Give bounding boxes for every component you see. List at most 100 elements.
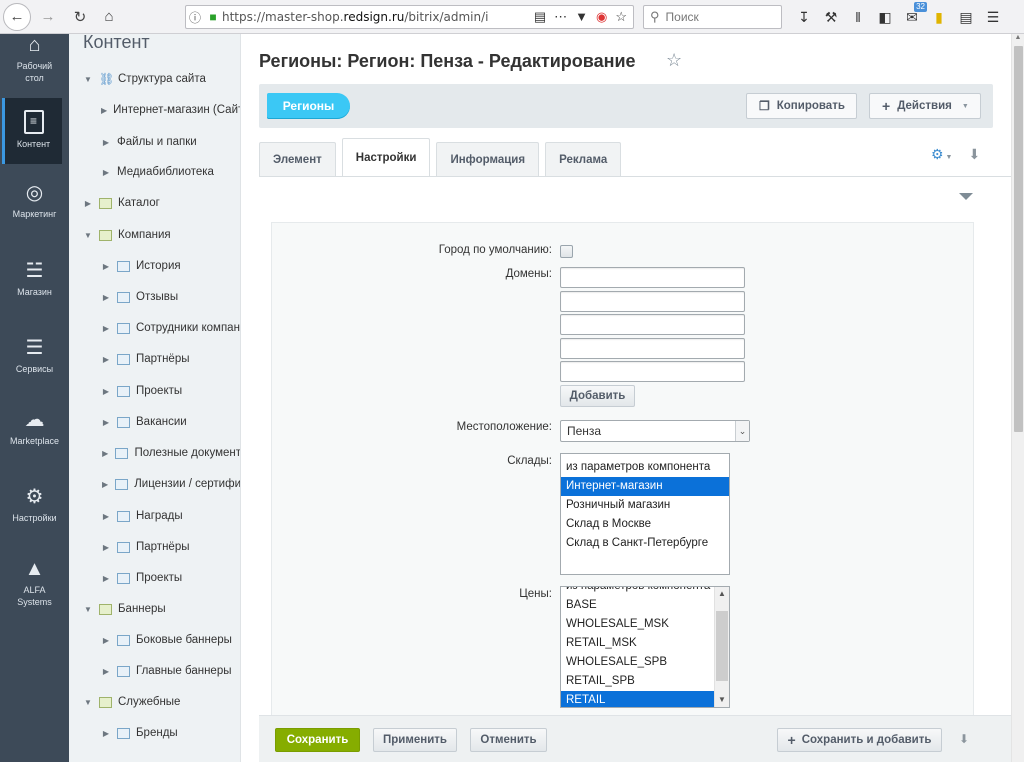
- tree-item[interactable]: ▶ Главные баннеры: [69, 660, 240, 682]
- tree-item[interactable]: ▶ Партнёры: [69, 536, 240, 558]
- expand-arrow-icon[interactable]: ▶: [101, 387, 111, 396]
- collapse-arrow-icon[interactable]: [959, 193, 973, 200]
- reload-icon[interactable]: ↻: [67, 4, 93, 30]
- pocket-icon[interactable]: ▼: [575, 9, 588, 25]
- expand-arrow-icon[interactable]: ▶: [101, 729, 111, 738]
- expand-arrow-icon[interactable]: ▼: [83, 605, 93, 614]
- add-domain-button[interactable]: Добавить: [560, 385, 635, 407]
- expand-arrow-icon[interactable]: ▶: [101, 512, 111, 521]
- reader-view-icon[interactable]: ▤: [534, 9, 546, 25]
- expand-arrow-icon[interactable]: ▶: [101, 355, 111, 364]
- shield-icon[interactable]: ◉: [596, 9, 607, 25]
- store-option-selected[interactable]: Интернет-магазин: [561, 477, 729, 496]
- more-dots-icon[interactable]: ⋯: [554, 9, 567, 25]
- domain-field-1[interactable]: [560, 267, 745, 288]
- library-icon[interactable]: ‖: [849, 7, 867, 27]
- sidebar-item-marketplace[interactable]: ☁ Marketplace: [0, 409, 69, 447]
- price-option[interactable]: WHOLESALE_SPB: [561, 653, 716, 672]
- sidebar-item-settings[interactable]: ⚙ Настройки: [0, 486, 69, 524]
- page-scroll-thumb[interactable]: [1014, 46, 1023, 432]
- tree-item[interactable]: ▶ Вакансии: [69, 411, 240, 433]
- scroll-down-arrow-icon[interactable]: ▼: [715, 693, 729, 707]
- pin-icon[interactable]: ⬇: [968, 146, 980, 163]
- domain-field-3[interactable]: [560, 314, 745, 335]
- expand-arrow-icon[interactable]: ▶: [101, 543, 111, 552]
- expand-arrow-icon[interactable]: ▶: [101, 574, 111, 583]
- price-option[interactable]: из параметров компонента: [561, 587, 716, 596]
- favorite-star-icon[interactable]: ☆: [666, 50, 682, 71]
- store-option[interactable]: Склад в Санкт-Петербурге: [561, 534, 729, 553]
- tree-item[interactable]: ▶ Файлы и папки: [69, 131, 240, 153]
- tree-item[interactable]: ▶ Проекты: [69, 380, 240, 402]
- tree-item[interactable]: ▼ Служебные: [69, 691, 240, 713]
- cancel-button[interactable]: Отменить: [470, 728, 547, 752]
- home-icon[interactable]: ⌂: [96, 4, 122, 30]
- prices-listbox[interactable]: из параметров компонента BASE WHOLESALE_…: [560, 586, 730, 708]
- price-option-selected[interactable]: RETAIL: [561, 691, 716, 707]
- tree-item[interactable]: ▶ Боковые баннеры: [69, 629, 240, 651]
- expand-arrow-icon[interactable]: ▼: [83, 231, 93, 240]
- price-option[interactable]: RETAIL_MSK: [561, 634, 716, 653]
- expand-arrow-icon[interactable]: ▶: [101, 418, 111, 427]
- menu-icon[interactable]: ☰: [984, 7, 1002, 27]
- expand-arrow-icon[interactable]: ▶: [101, 168, 111, 177]
- tree-item[interactable]: ▶ Полезные документ: [69, 442, 240, 464]
- tree-item[interactable]: ▼ ⛓ Структура сайта: [69, 68, 240, 90]
- domain-field-5[interactable]: [560, 361, 745, 382]
- sidebar-item-content[interactable]: ≡ Контент: [2, 98, 62, 164]
- tab-settings[interactable]: Настройки: [341, 138, 431, 176]
- save-button[interactable]: Сохранить: [275, 728, 360, 752]
- mail-icon[interactable]: ✉ 32: [903, 2, 927, 27]
- expand-arrow-icon[interactable]: ▼: [83, 698, 93, 707]
- expand-arrow-icon[interactable]: ▶: [101, 667, 111, 676]
- info-icon[interactable]: ⓘ: [186, 9, 204, 26]
- sidebar-item-shop[interactable]: ☱ Магазин: [0, 260, 69, 298]
- store-option[interactable]: Склад в Москве: [561, 515, 729, 534]
- extension-icon[interactable]: ▮: [930, 7, 948, 27]
- expand-arrow-icon[interactable]: ▶: [101, 293, 111, 302]
- tab-element[interactable]: Элемент: [259, 142, 336, 176]
- default-city-checkbox[interactable]: [560, 245, 573, 258]
- search-input[interactable]: ⚲ Поиск: [643, 5, 782, 29]
- price-option[interactable]: WHOLESALE_MSK: [561, 615, 716, 634]
- tree-item[interactable]: ▶ Награды: [69, 505, 240, 527]
- expand-arrow-icon[interactable]: ▶: [101, 324, 111, 333]
- expand-arrow-icon[interactable]: ▶: [101, 138, 111, 147]
- prices-scrollbar[interactable]: ▲ ▼: [714, 587, 729, 707]
- sidebar-item-alfa[interactable]: ▲ ALFA Systems: [0, 558, 69, 608]
- expand-arrow-icon[interactable]: ▼: [83, 75, 93, 84]
- tree-item[interactable]: ▼ Баннеры: [69, 598, 240, 620]
- tree-item[interactable]: ▶ Интернет-магазин (Сайт: [69, 99, 240, 121]
- price-option[interactable]: RETAIL_SPB: [561, 672, 716, 691]
- tree-item[interactable]: ▶ Сотрудники компан: [69, 317, 240, 339]
- domain-field-4[interactable]: [560, 338, 745, 359]
- bookmark-star-icon[interactable]: ☆: [615, 9, 627, 25]
- sidebar-item-marketing[interactable]: ◎ Маркетинг: [0, 182, 69, 220]
- apply-button[interactable]: Применить: [373, 728, 457, 752]
- actions-button[interactable]: + Действия ▼: [869, 93, 981, 119]
- tree-item[interactable]: ▶ Проекты: [69, 567, 240, 589]
- screenshot-icon[interactable]: ▤: [957, 7, 975, 27]
- sidebar-item-services[interactable]: ☰ Сервисы: [0, 337, 69, 375]
- stores-listbox[interactable]: из параметров компонента Интернет-магази…: [560, 453, 730, 575]
- tree-item[interactable]: ▶ Каталог: [69, 192, 240, 214]
- save-and-add-button[interactable]: + Сохранить и добавить: [777, 728, 942, 752]
- copy-button[interactable]: ❐ Копировать: [746, 93, 857, 119]
- page-scroll-up-icon[interactable]: ▲: [1012, 34, 1024, 41]
- regions-back-button[interactable]: Регионы: [267, 93, 350, 119]
- pin-footer-icon[interactable]: ⬇: [959, 732, 969, 746]
- expand-arrow-icon[interactable]: ▶: [83, 199, 93, 208]
- address-bar[interactable]: ⓘ ■ https://master-shop.redsign.ru/bitri…: [185, 5, 634, 29]
- tab-information[interactable]: Информация: [436, 142, 540, 176]
- scroll-up-arrow-icon[interactable]: ▲: [715, 587, 729, 601]
- forward-arrow-icon[interactable]: →: [35, 4, 61, 30]
- domain-field-2[interactable]: [560, 291, 745, 312]
- sidebar-toggle-icon[interactable]: ◧: [876, 7, 894, 27]
- tree-item[interactable]: ▶ История: [69, 255, 240, 277]
- sidebar-item-desktop[interactable]: ⌂ Рабочий стол: [0, 34, 69, 84]
- tree-item[interactable]: ▶ Лицензии / сертифи: [69, 473, 240, 495]
- price-option[interactable]: BASE: [561, 596, 716, 615]
- wrench-icon[interactable]: ⚒: [822, 7, 840, 27]
- page-scrollbar[interactable]: ▲: [1011, 34, 1024, 762]
- expand-arrow-icon[interactable]: ▶: [101, 262, 111, 271]
